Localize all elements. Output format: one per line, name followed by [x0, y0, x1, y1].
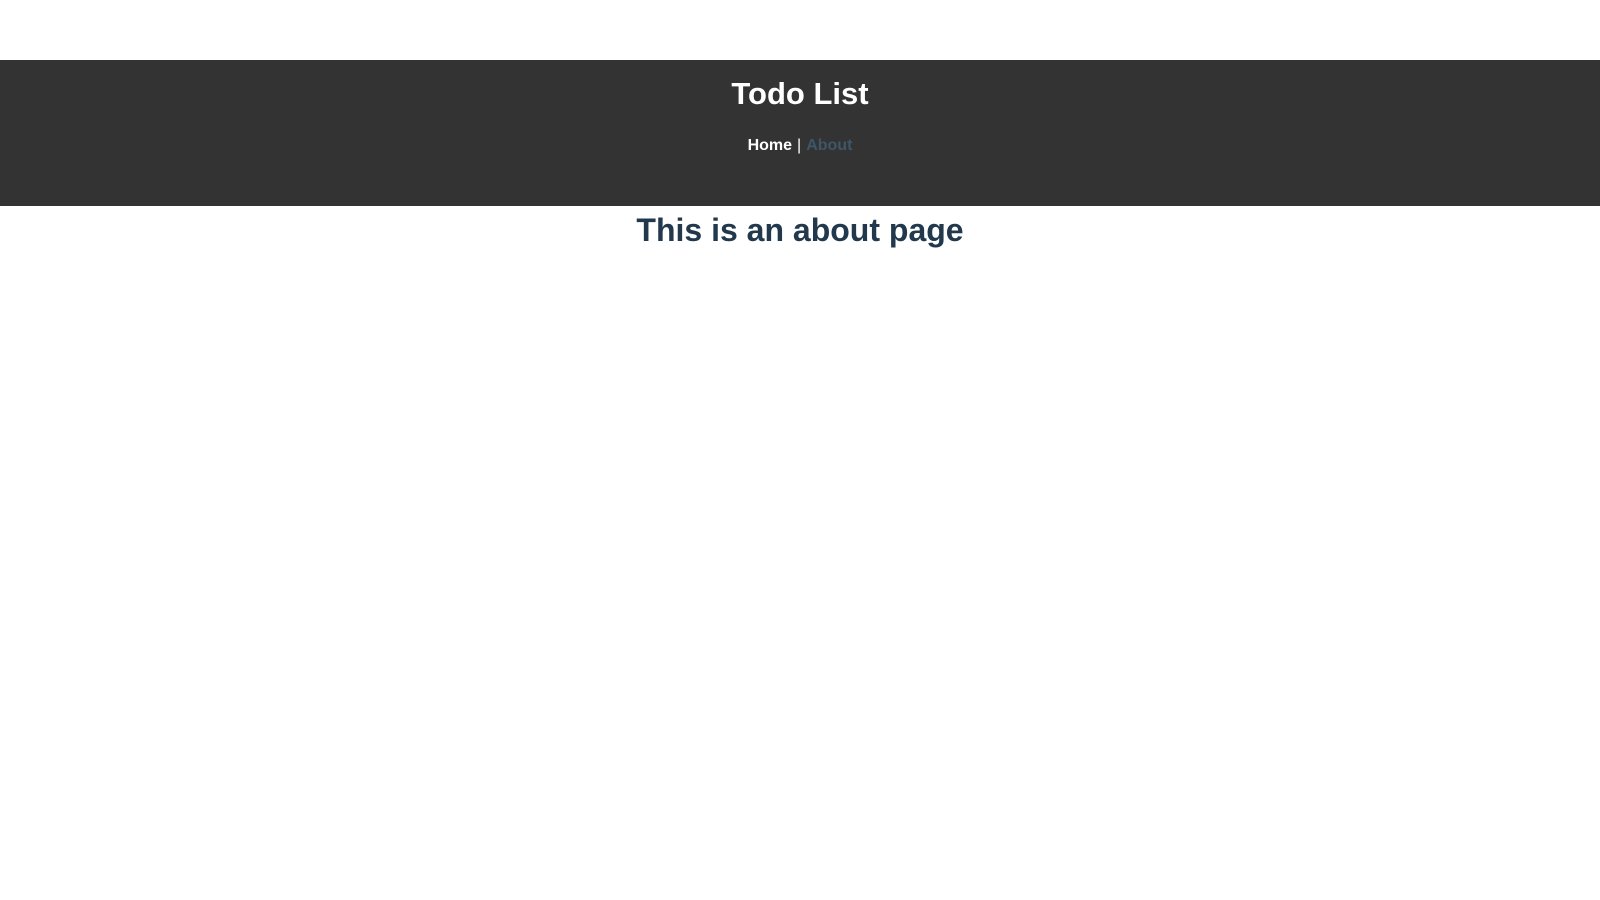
- nav-link-about[interactable]: About: [806, 137, 852, 154]
- top-spacer: [0, 0, 1600, 60]
- app-title: Todo List: [731, 76, 869, 111]
- page-heading: This is an about page: [636, 212, 964, 248]
- app-header: Todo List Home | About: [0, 60, 1600, 206]
- main-nav: Home | About: [0, 136, 1600, 156]
- nav-link-home[interactable]: Home: [748, 137, 792, 154]
- nav-separator: |: [797, 137, 802, 154]
- main-content: This is an about page: [0, 206, 1600, 250]
